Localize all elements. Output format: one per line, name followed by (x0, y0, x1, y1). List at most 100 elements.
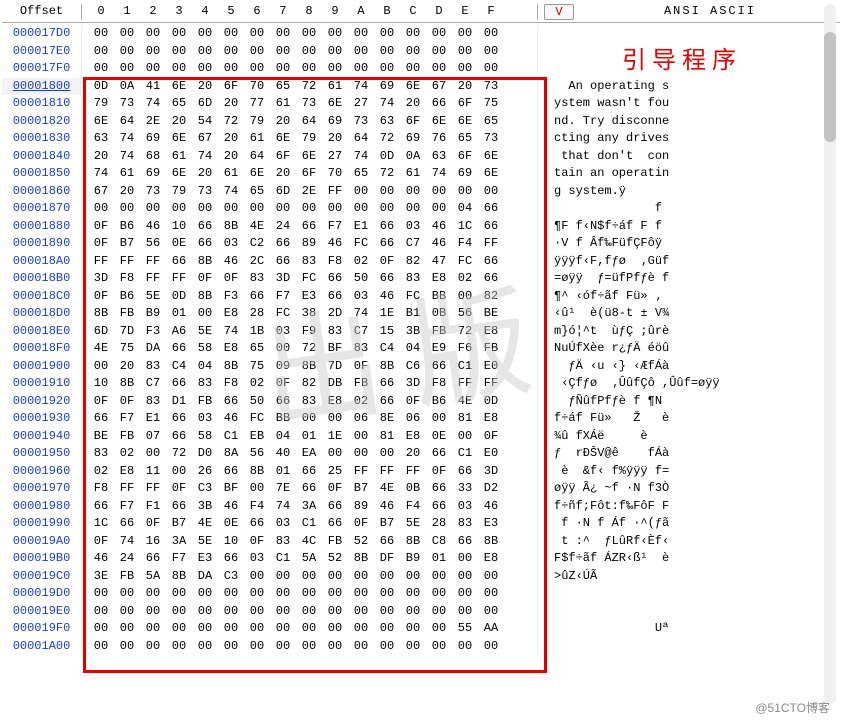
ascii-cell[interactable]: ƒ rÐŠV@ê fÁà (538, 445, 840, 463)
hex-col-6[interactable]: 6 (244, 4, 270, 18)
hex-row[interactable]: 0000196002E8110026668B016625FFFFFF0F663D… (2, 463, 840, 481)
offset-cell[interactable]: 00001860 (2, 183, 82, 201)
hex-bytes[interactable]: 6D7DF3A65E741B03F983C7153BFB72E8 (82, 323, 538, 341)
hex-row[interactable]: 000018206E642E2054727920646973636F6E6E65… (2, 113, 840, 131)
hex-row[interactable]: 000019B0462466F7E36603C15A528BDFB90100E8… (2, 550, 840, 568)
offset-cell[interactable]: 000019C0 (2, 568, 82, 586)
hex-bytes[interactable]: 0FB7560E6603C2668946FC66C746F4FF (82, 235, 538, 253)
hex-row[interactable]: 00001910108BC76683F8020F82DBFB663DF8FFFF… (2, 375, 840, 393)
offset-cell[interactable]: 00001A00 (2, 638, 82, 656)
hex-bytes[interactable]: 66F7F1663B46F4743A668946F4660346 (82, 498, 538, 516)
hex-row[interactable]: 00001810797374656D207761736E277420666F75… (2, 95, 840, 113)
ascii-cell[interactable]: cting any drives (538, 130, 840, 148)
hex-row[interactable]: 00001940BEFB076658C1EB04011E0081E80E000F… (2, 428, 840, 446)
offset-cell[interactable]: 00001810 (2, 95, 82, 113)
hex-col-9[interactable]: 9 (322, 4, 348, 18)
offset-cell[interactable]: 000018B0 (2, 270, 82, 288)
hex-bytes[interactable]: BEFB076658C1EB04011E0081E80E000F (82, 428, 538, 446)
hex-bytes[interactable]: 83020072D08A5640EA0000002066C1E0 (82, 445, 538, 463)
ascii-cell[interactable]: NuÚfXèe r¿ƒÄ éöû (538, 340, 840, 358)
hex-row[interactable]: 000019F0000000000000000000000000000055AA… (2, 620, 840, 638)
hex-row[interactable]: 000019D000000000000000000000000000000000 (2, 585, 840, 603)
hex-col-B[interactable]: B (374, 4, 400, 18)
ascii-cell[interactable]: =øÿÿ ƒ=üfPfƒè f (538, 270, 840, 288)
offset-cell[interactable]: 00001920 (2, 393, 82, 411)
hex-row[interactable]: 00001860672073797374656D2EFF000000000000… (2, 183, 840, 201)
offset-cell[interactable]: 000019B0 (2, 550, 82, 568)
ascii-column-header[interactable]: ANSI ASCII (580, 4, 840, 20)
hex-bytes[interactable]: 0FB64610668B4E2466F7E16603461C66 (82, 218, 538, 236)
hex-row[interactable]: 000019200F0F83D1FB66506683E802660FB64E0D… (2, 393, 840, 411)
hex-bytes[interactable]: 4E75DA6658E8650072BF83C404E9F6FB (82, 340, 538, 358)
hex-bytes[interactable]: 6374696E6720616E7920647269766573 (82, 130, 538, 148)
hex-col-1[interactable]: 1 (114, 4, 140, 18)
hex-bytes[interactable]: 02E8110026668B016625FFFFFF0F663D (82, 463, 538, 481)
ascii-cell[interactable]: t :^ ƒLûRf‹Èf‹ (538, 533, 840, 551)
hex-row[interactable]: 0000193066F7E1660346FCBB0000068E060081E8… (2, 410, 840, 428)
offset-cell[interactable]: 00001900 (2, 358, 82, 376)
hex-row[interactable]: 00001A0000000000000000000000000000000000 (2, 638, 840, 656)
ascii-cell[interactable] (538, 638, 840, 656)
hex-bytes[interactable]: 66F7E1660346FCBB0000068E060081E8 (82, 410, 538, 428)
hex-bytes[interactable]: 672073797374656D2EFF000000000000 (82, 183, 538, 201)
ascii-cell[interactable]: f (538, 200, 840, 218)
offset-cell[interactable]: 00001840 (2, 148, 82, 166)
hex-bytes[interactable]: 0F74163A5E100F834CFB52668BC8668B (82, 533, 538, 551)
hex-row[interactable]: 000019C03EFB5A8BDAC300000000000000000000… (2, 568, 840, 586)
hex-row[interactable]: 000018306374696E6720616E7920647269766573… (2, 130, 840, 148)
hex-col-4[interactable]: 4 (192, 4, 218, 18)
ascii-cell[interactable]: ÿÿÿf‹F,fƒø ‚Güf (538, 253, 840, 271)
ascii-cell[interactable]: m}ó¦^t ùƒÇ ;ûrè (538, 323, 840, 341)
hex-col-5[interactable]: 5 (218, 4, 244, 18)
hex-bytes[interactable]: 00000000000000000000000000000000 (82, 60, 538, 78)
offset-cell[interactable]: 00001970 (2, 480, 82, 498)
hex-bytes[interactable]: FFFFFF668B462C6683F8020F8247FC66 (82, 253, 538, 271)
hex-bytes[interactable]: 00000000000000000000000000000000 (82, 43, 538, 61)
hex-row[interactable]: 000019901C660FB74E0E6603C1660FB75E2883E3… (2, 515, 840, 533)
ascii-cell[interactable]: f÷áf Fü» Ž è (538, 410, 840, 428)
hex-row[interactable]: 000018000D0A416E206F7065726174696E672073… (2, 78, 840, 96)
hex-row[interactable]: 0000187000000000000000000000000000000466… (2, 200, 840, 218)
hex-bytes[interactable]: 00000000000000000000000000000000 (82, 25, 538, 43)
hex-bytes[interactable]: 108BC76683F8020F82DBFB663DF8FFFF (82, 375, 538, 393)
hex-bytes[interactable]: 3DF8FFFF0F0F833DFC66506683E80266 (82, 270, 538, 288)
ascii-cell[interactable]: >ûZ‹ÚÃ (538, 568, 840, 586)
ascii-cell[interactable]: ¶^ ‹óf÷ãf Fü» ‚ (538, 288, 840, 306)
ascii-cell[interactable]: An operating s (538, 78, 840, 96)
offset-cell[interactable]: 000017F0 (2, 60, 82, 78)
ascii-cell[interactable] (538, 585, 840, 603)
offset-cell[interactable]: 00001880 (2, 218, 82, 236)
hex-col-D[interactable]: D (426, 4, 452, 18)
hex-bytes[interactable]: 002083C4048B75098B7D0F8BC666C1E0 (82, 358, 538, 376)
offset-cell[interactable]: 00001940 (2, 428, 82, 446)
hex-row[interactable]: 000019A00F74163A5E100F834CFB52668BC8668B… (2, 533, 840, 551)
offset-cell[interactable]: 000018F0 (2, 340, 82, 358)
hex-bytes[interactable]: 0D0A416E206F7065726174696E672073 (82, 78, 538, 96)
hex-row[interactable]: 000018F04E75DA6658E8650072BF83C404E9F6FB… (2, 340, 840, 358)
hex-bytes[interactable]: 0F0F83D1FB66506683E802660FB64E0D (82, 393, 538, 411)
hex-bytes[interactable]: 3EFB5A8BDAC300000000000000000000 (82, 568, 538, 586)
vertical-scrollbar[interactable] (824, 4, 836, 704)
ascii-cell[interactable]: f ·N f Áf ·^(ƒã (538, 515, 840, 533)
scrollbar-thumb[interactable] (824, 32, 836, 142)
ascii-cell[interactable]: nd. Try disconne (538, 113, 840, 131)
ascii-cell[interactable]: ¾û fXÁë è (538, 428, 840, 446)
hex-row[interactable]: 000018800FB64610668B4E2466F7E16603461C66… (2, 218, 840, 236)
offset-cell[interactable]: 00001890 (2, 235, 82, 253)
ascii-cell[interactable]: øÿÿ Ã¿ ~f ·N f3Ò (538, 480, 840, 498)
offset-cell[interactable]: 00001870 (2, 200, 82, 218)
hex-col-F[interactable]: F (478, 4, 504, 18)
ascii-cell[interactable] (538, 603, 840, 621)
offset-cell[interactable]: 000017D0 (2, 25, 82, 43)
offset-cell[interactable]: 000019F0 (2, 620, 82, 638)
hex-row[interactable]: 0000198066F7F1663B46F4743A668946F4660346… (2, 498, 840, 516)
offset-cell[interactable]: 000018D0 (2, 305, 82, 323)
ascii-cell[interactable]: è &f‹ f%ÿÿÿ f= (538, 463, 840, 481)
hex-bytes[interactable]: 00000000000000000000000000000000 (82, 638, 538, 656)
ascii-cell[interactable]: that don't con (538, 148, 840, 166)
ascii-cell[interactable]: ƒÑûfPfƒè f ¶N (538, 393, 840, 411)
offset-cell[interactable]: 000018E0 (2, 323, 82, 341)
hex-col-7[interactable]: 7 (270, 4, 296, 18)
offset-cell[interactable]: 00001850 (2, 165, 82, 183)
hex-bytes[interactable]: 00000000000000000000000000000466 (82, 200, 538, 218)
